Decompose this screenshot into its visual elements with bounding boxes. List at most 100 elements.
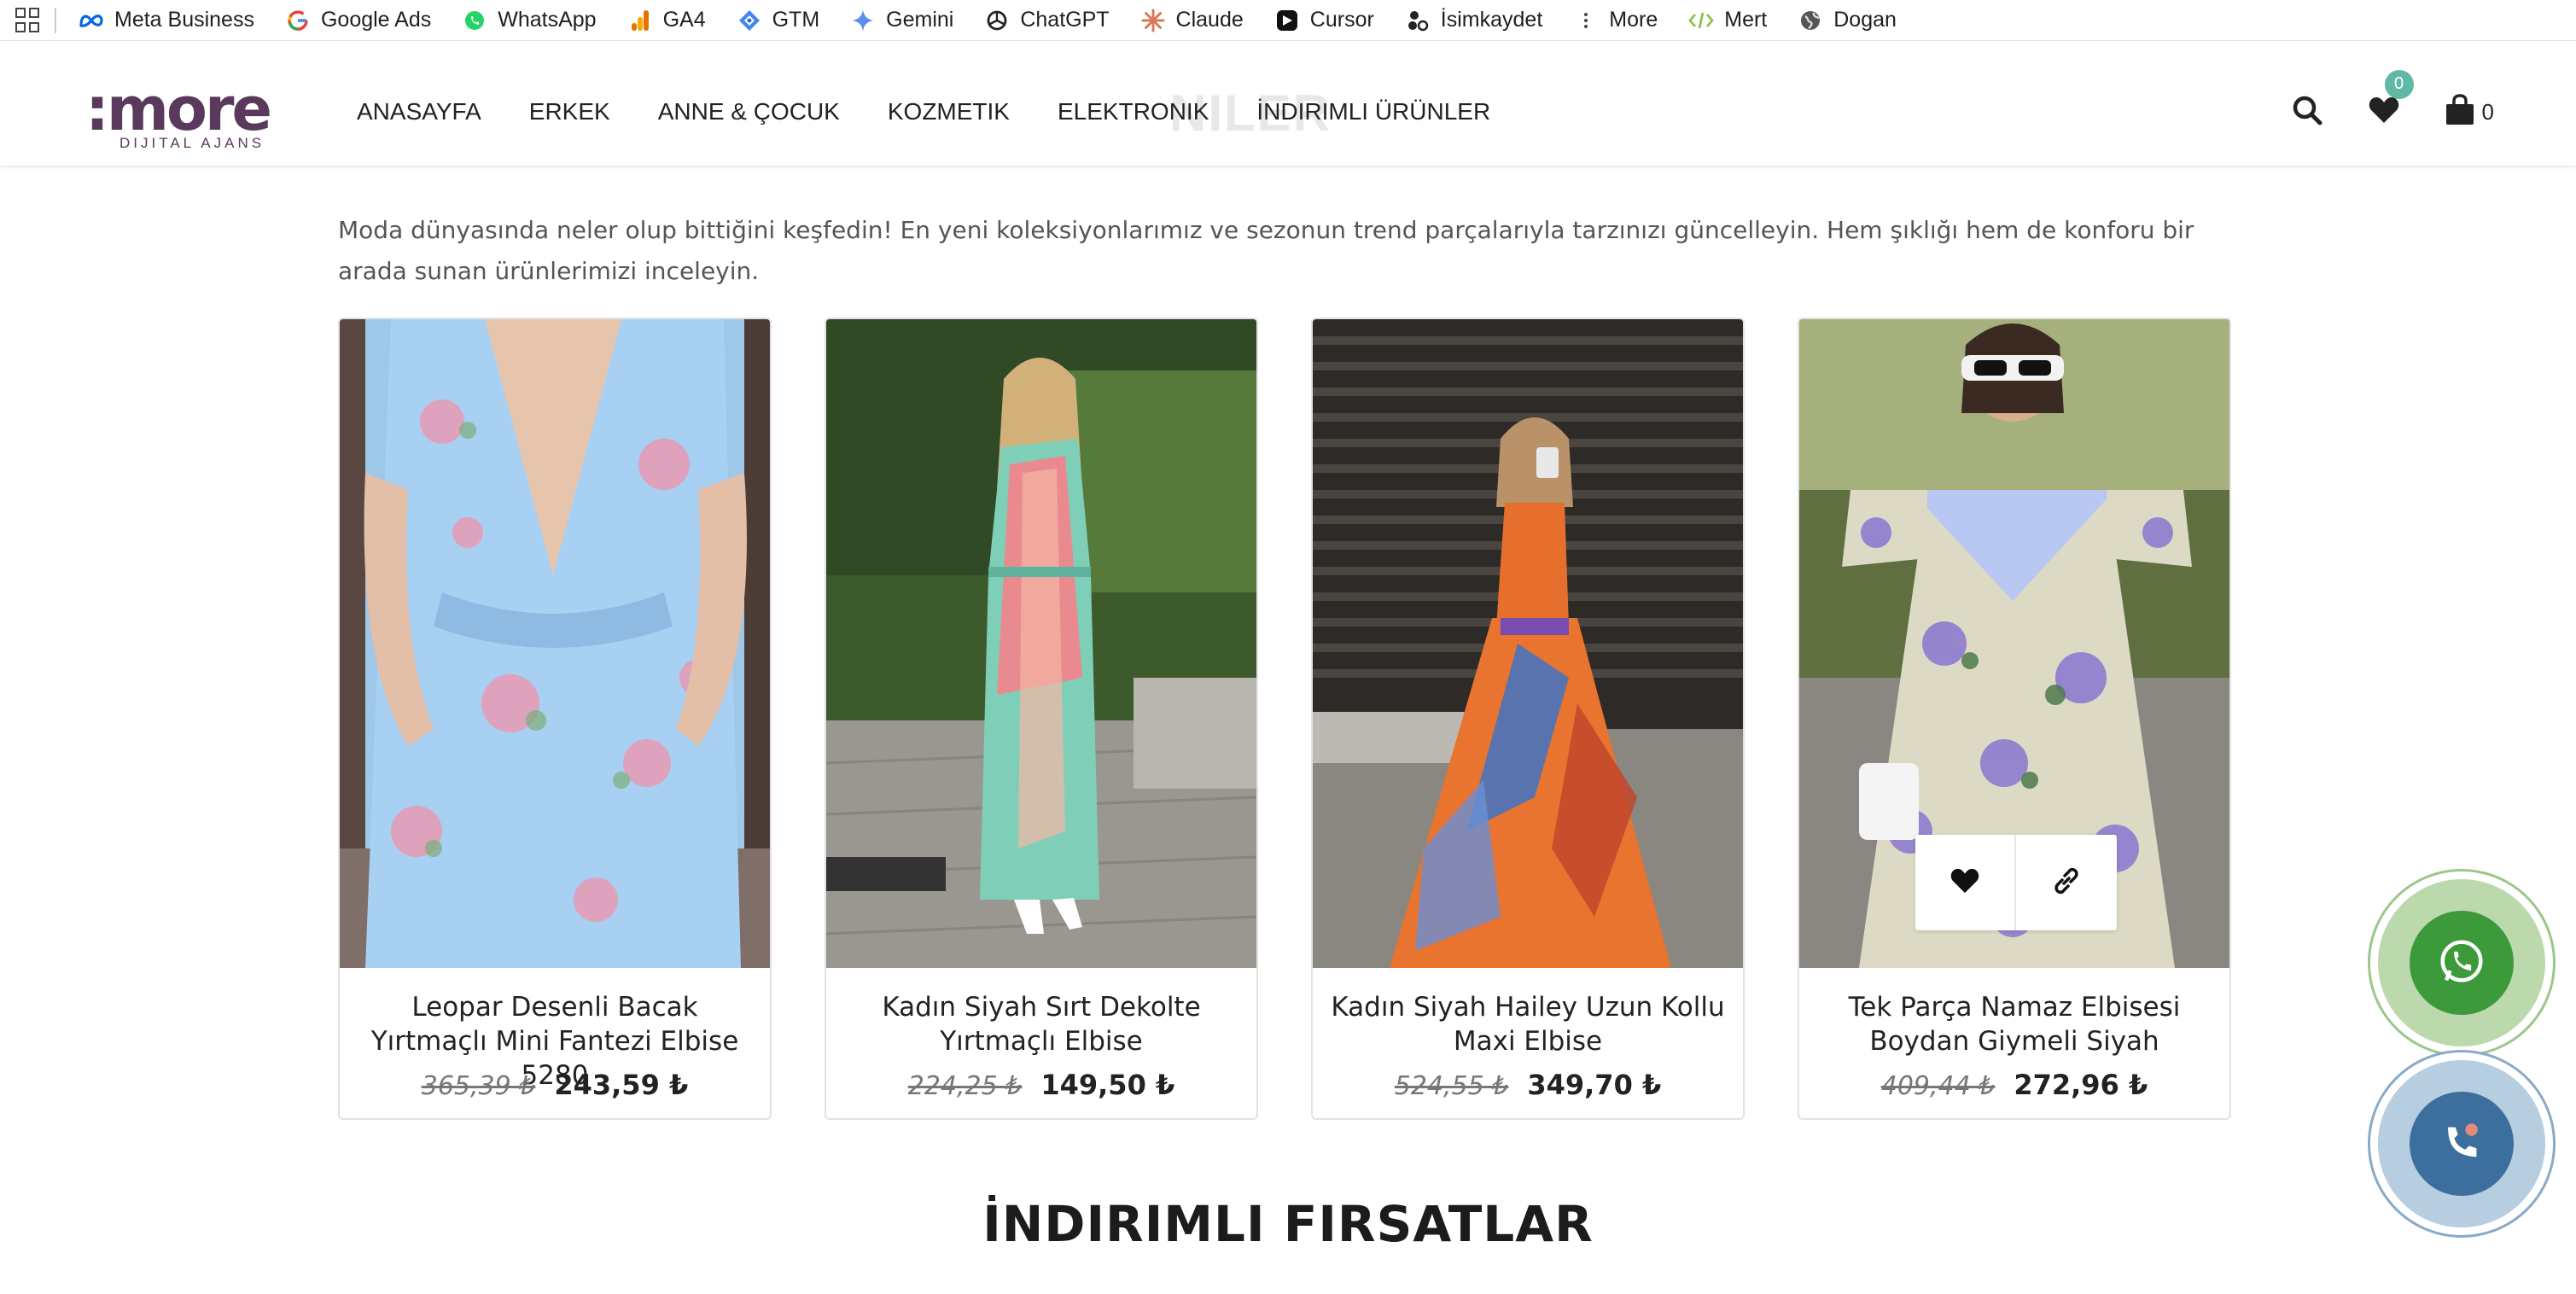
cursor-icon bbox=[1274, 8, 1300, 33]
old-price: 224,25 ₺ bbox=[907, 1071, 1023, 1101]
more-icon bbox=[1573, 8, 1599, 33]
intro-text: Moda dünyasında neler olup bittiğini keş… bbox=[338, 216, 2194, 285]
bookmarks-bar: Meta Business Google Ads WhatsApp GA4 GT… bbox=[0, 0, 2576, 41]
logo-tagline: DIJITAL AJANS bbox=[119, 135, 265, 151]
product-card[interactable]: Tek Parça Namaz Elbisesi Boydan Giymeli … bbox=[1798, 318, 2231, 1120]
shopping-bag-icon bbox=[2445, 93, 2475, 131]
bookmark-label: Meta Business bbox=[114, 8, 254, 32]
gtm-icon bbox=[737, 8, 762, 33]
phone-button-ring bbox=[2378, 1060, 2545, 1227]
google-icon bbox=[285, 8, 311, 33]
bookmark-google-ads[interactable]: Google Ads bbox=[285, 3, 431, 38]
whatsapp-icon bbox=[2437, 936, 2486, 990]
price-row: 224,25 ₺ 149,50 ₺ bbox=[826, 1069, 1256, 1101]
bookmark-label: WhatsApp bbox=[498, 8, 597, 32]
bookmark-chatgpt[interactable]: ChatGPT bbox=[984, 3, 1110, 38]
bookmark-ga4[interactable]: GA4 bbox=[627, 3, 706, 38]
product-title[interactable]: Kadın Siyah Hailey Uzun Kollu Maxi Elbis… bbox=[1325, 990, 1731, 1058]
bookmark-label: Google Ads bbox=[320, 8, 432, 32]
sale-price: 243,59 ₺ bbox=[554, 1069, 689, 1101]
cart-count: 0 bbox=[2481, 98, 2494, 125]
phone-float-button[interactable] bbox=[2368, 1050, 2556, 1238]
nav-item-indirimli-urunler[interactable]: İNDIRIMLI ÜRÜNLER bbox=[1256, 98, 1490, 125]
bookmark-dogan[interactable]: Dogan bbox=[1798, 3, 1897, 38]
search-icon bbox=[2291, 94, 2323, 131]
product-card[interactable]: Leopar Desenli Bacak Yırtmaçlı Mini Fant… bbox=[338, 318, 772, 1120]
wishlist-button[interactable]: 0 bbox=[2368, 69, 2414, 129]
product-image[interactable] bbox=[1313, 319, 1743, 968]
price-row: 365,39 ₺ 243,59 ₺ bbox=[340, 1069, 770, 1101]
bookmark-label: Mert bbox=[1724, 8, 1768, 32]
old-price: 524,55 ₺ bbox=[1394, 1071, 1509, 1101]
wishlist-count-badge: 0 bbox=[2384, 69, 2414, 99]
bookmark-label: GA4 bbox=[662, 8, 706, 32]
chatgpt-icon bbox=[984, 8, 1010, 33]
bookmark-label: More bbox=[1609, 8, 1658, 32]
bookmark-gtm[interactable]: GTM bbox=[737, 3, 820, 38]
sale-price: 272,96 ₺ bbox=[2014, 1069, 2148, 1101]
bookmark-whatsapp[interactable]: WhatsApp bbox=[462, 3, 597, 38]
product-title[interactable]: Tek Parça Namaz Elbisesi Boydan Giymeli … bbox=[1811, 990, 2218, 1058]
link-icon bbox=[2051, 866, 2082, 901]
bookmark-meta-business[interactable]: Meta Business bbox=[79, 3, 254, 38]
nav-item-anne-cocuk[interactable]: ANNE & ÇOCUK bbox=[658, 98, 840, 125]
product-title[interactable]: Kadın Siyah Sırt Dekolte Yırtmaçlı Elbis… bbox=[838, 990, 1244, 1058]
bookmark-label: Cursor bbox=[1309, 8, 1374, 32]
bookmark-label: Gemini bbox=[886, 8, 954, 32]
isimkaydet-icon bbox=[1405, 8, 1431, 33]
search-button[interactable] bbox=[2291, 94, 2323, 131]
product-image[interactable] bbox=[340, 319, 770, 968]
cart-button[interactable]: 0 bbox=[2445, 93, 2494, 131]
sale-price: 149,50 ₺ bbox=[1040, 1069, 1175, 1101]
whatsapp-icon bbox=[462, 8, 487, 33]
claude-icon bbox=[1140, 8, 1166, 33]
section-title: İNDIRIMLI FIRSATLAR bbox=[982, 1195, 1594, 1253]
gemini-icon bbox=[850, 8, 876, 33]
whatsapp-button-core bbox=[2410, 911, 2514, 1015]
whatsapp-button-ring bbox=[2378, 879, 2545, 1046]
product-link-button[interactable] bbox=[2016, 835, 2117, 930]
whatsapp-float-button[interactable] bbox=[2368, 869, 2556, 1057]
header-actions: 0 0 bbox=[2247, 56, 2494, 167]
nav-item-erkek[interactable]: ERKEK bbox=[529, 98, 610, 125]
analytics-icon bbox=[627, 8, 653, 33]
price-row: 409,44 ₺ 272,96 ₺ bbox=[1799, 1069, 2229, 1101]
bookmark-label: ChatGPT bbox=[1020, 8, 1110, 32]
phone-icon bbox=[2437, 1117, 2486, 1171]
bookmark-cursor[interactable]: Cursor bbox=[1274, 3, 1374, 38]
main-nav: ANASAYFA ERKEK ANNE & ÇOCUK KOZMETIK ELE… bbox=[357, 56, 1538, 167]
add-to-wishlist-button[interactable] bbox=[1915, 835, 2016, 930]
nav-item-kozmetik[interactable]: KOZMETIK bbox=[888, 98, 1010, 125]
phone-button-core bbox=[2410, 1092, 2514, 1196]
product-card[interactable]: Kadın Siyah Sırt Dekolte Yırtmaçlı Elbis… bbox=[825, 318, 1258, 1120]
site-logo[interactable]: :more DIJITAL AJANS bbox=[85, 74, 282, 151]
old-price: 365,39 ₺ bbox=[421, 1071, 536, 1101]
site-header: :more DIJITAL AJANS NILER ANASAYFA ERKEK… bbox=[0, 56, 2576, 167]
bookmark-claude[interactable]: Claude bbox=[1140, 3, 1244, 38]
bookmark-label: GTM bbox=[772, 8, 820, 32]
nav-item-elektronik[interactable]: ELEKTRONIK bbox=[1058, 98, 1209, 125]
bookmark-isimkaydet[interactable]: İsimkaydet bbox=[1405, 3, 1542, 38]
bookmark-mert[interactable]: Mert bbox=[1688, 3, 1767, 38]
bookmarks-divider bbox=[55, 7, 56, 33]
logo-wordmark: :more bbox=[85, 74, 272, 144]
product-card[interactable]: Kadın Siyah Hailey Uzun Kollu Maxi Elbis… bbox=[1311, 318, 1745, 1120]
bookmark-gemini[interactable]: Gemini bbox=[850, 3, 953, 38]
apps-grid-icon[interactable] bbox=[15, 7, 41, 33]
bookmark-more[interactable]: More bbox=[1573, 3, 1658, 38]
old-price: 409,44 ₺ bbox=[1880, 1071, 1996, 1101]
code-icon bbox=[1688, 8, 1715, 33]
bookmark-label: İsimkaydet bbox=[1440, 8, 1543, 32]
nav-item-anasayfa[interactable]: ANASAYFA bbox=[357, 98, 481, 125]
price-row: 524,55 ₺ 349,70 ₺ bbox=[1313, 1069, 1743, 1101]
product-grid: Leopar Desenli Bacak Yırtmaçlı Mini Fant… bbox=[338, 318, 2233, 1120]
meta-icon bbox=[79, 8, 104, 33]
globe-icon bbox=[1798, 8, 1823, 33]
sale-price: 349,70 ₺ bbox=[1527, 1069, 1662, 1101]
product-hover-actions bbox=[1915, 835, 2117, 930]
heart-icon bbox=[1949, 867, 1980, 899]
heart-icon bbox=[2368, 96, 2400, 129]
product-image[interactable] bbox=[826, 319, 1256, 968]
bookmark-label: Dogan bbox=[1833, 8, 1897, 32]
bookmark-label: Claude bbox=[1175, 8, 1244, 32]
